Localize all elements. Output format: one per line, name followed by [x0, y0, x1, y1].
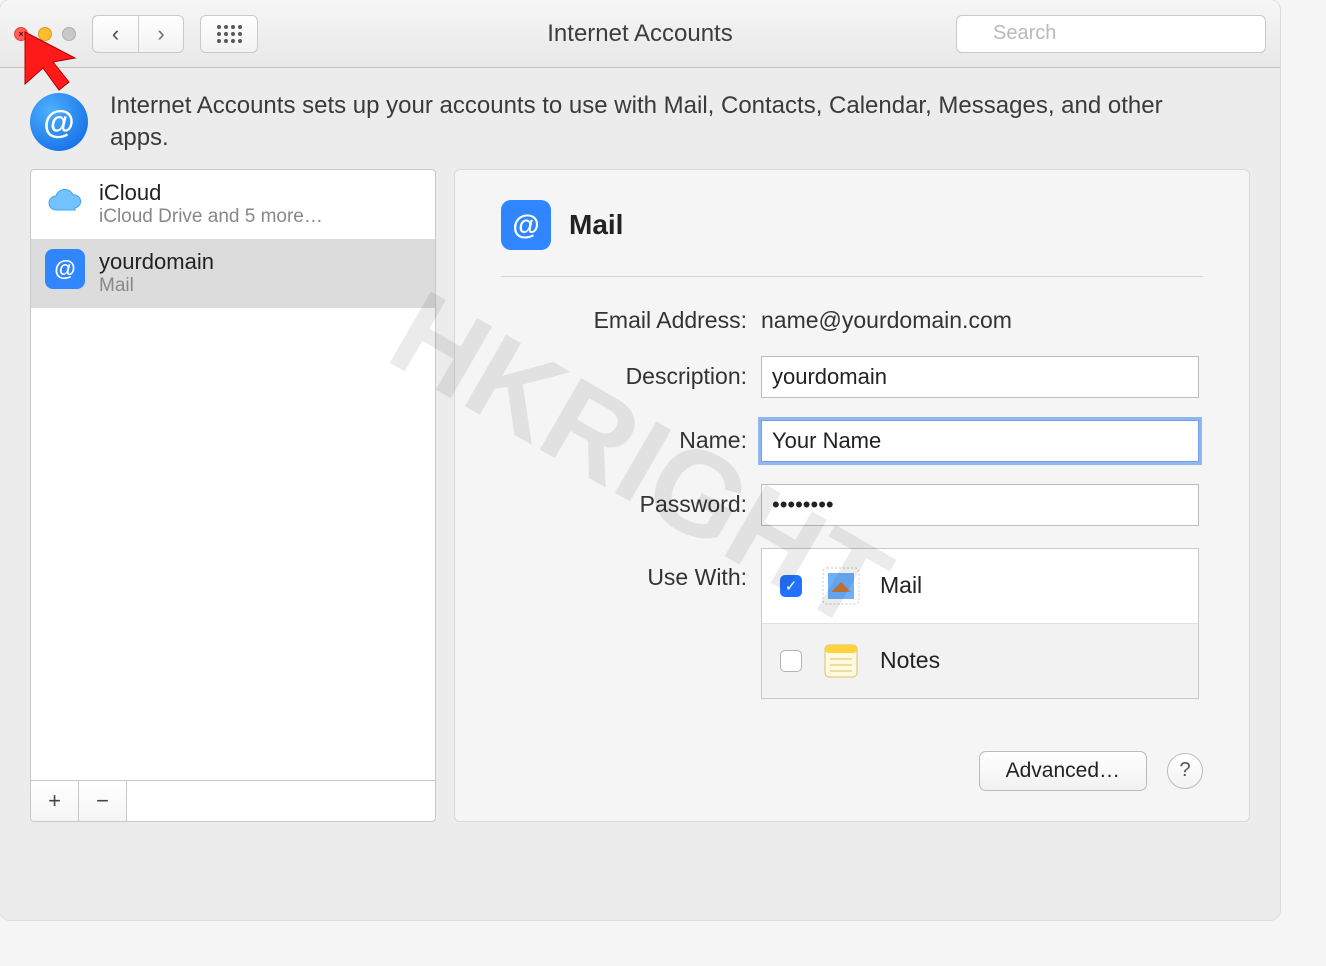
sidebar-item-subtitle: iCloud Drive and 5 more… — [99, 206, 323, 228]
toolbar: × ‹ › Internet Accounts — [0, 0, 1280, 68]
zoom-window-button[interactable] — [62, 27, 76, 41]
cloud-icon — [45, 180, 85, 220]
row-email: Email Address: name@yourdomain.com — [501, 307, 1203, 334]
checkbox-mail[interactable]: ✓ — [780, 575, 802, 597]
minimize-window-button[interactable] — [38, 27, 52, 41]
header-strip: @ Internet Accounts sets up your account… — [0, 68, 1280, 169]
usewith-label: Notes — [880, 647, 940, 674]
detail-title: Mail — [569, 209, 623, 241]
notes-icon — [820, 640, 862, 682]
close-window-button[interactable]: × — [14, 27, 28, 41]
usewith-item-notes[interactable]: Notes — [762, 623, 1198, 698]
show-all-button[interactable] — [200, 15, 258, 53]
sidebar-footer: + − — [31, 780, 435, 821]
value-email: name@yourdomain.com — [761, 307, 1012, 334]
advanced-button[interactable]: Advanced… — [979, 751, 1147, 791]
sidebar-item-subtitle: Mail — [99, 275, 214, 297]
main-content: iCloud iCloud Drive and 5 more… @ yourdo… — [0, 169, 1280, 852]
at-globe-icon: @ — [30, 93, 88, 151]
description-input[interactable] — [761, 356, 1199, 398]
checkbox-notes[interactable] — [780, 650, 802, 672]
at-app-icon: @ — [501, 200, 551, 250]
detail-footer: Advanced… ? — [501, 721, 1203, 791]
grid-icon — [217, 25, 242, 43]
nav-group: ‹ › — [92, 15, 184, 53]
sidebar-item-yourdomain[interactable]: @ yourdomain Mail — [31, 239, 435, 308]
sidebar-item-label: yourdomain — [99, 249, 214, 275]
row-password: Password: — [501, 484, 1203, 526]
traffic-lights: × — [14, 27, 76, 41]
back-button[interactable]: ‹ — [92, 15, 138, 53]
chevron-left-icon: ‹ — [112, 21, 119, 47]
usewith-label: Mail — [880, 572, 922, 599]
forward-button[interactable]: › — [138, 15, 184, 53]
detail-header: @ Mail — [501, 200, 1203, 277]
label-email: Email Address: — [501, 307, 761, 334]
accounts-sidebar: iCloud iCloud Drive and 5 more… @ yourdo… — [30, 169, 436, 822]
row-description: Description: — [501, 356, 1203, 398]
label-usewith: Use With: — [501, 548, 761, 591]
row-name: Name: — [501, 420, 1203, 462]
add-account-button[interactable]: + — [31, 781, 79, 821]
account-detail-panel: @ Mail Email Address: name@yourdomain.co… — [454, 169, 1250, 822]
usewith-list: ✓ Mail Notes — [761, 548, 1199, 699]
label-password: Password: — [501, 491, 761, 518]
preferences-window: × ‹ › Internet Accounts — [0, 0, 1280, 920]
accounts-list: iCloud iCloud Drive and 5 more… @ yourdo… — [31, 170, 435, 780]
chevron-right-icon: › — [157, 21, 164, 47]
at-icon: @ — [45, 249, 85, 289]
name-input[interactable] — [761, 420, 1199, 462]
mail-stamp-icon — [820, 565, 862, 607]
password-input[interactable] — [761, 484, 1199, 526]
usewith-item-mail[interactable]: ✓ Mail — [762, 549, 1198, 623]
sidebar-item-icloud[interactable]: iCloud iCloud Drive and 5 more… — [31, 170, 435, 239]
row-usewith: Use With: ✓ Mail Notes — [501, 548, 1203, 699]
sidebar-item-label: iCloud — [99, 180, 323, 206]
search-input[interactable] — [956, 15, 1266, 53]
label-description: Description: — [501, 363, 761, 390]
remove-account-button[interactable]: − — [79, 781, 127, 821]
label-name: Name: — [501, 427, 761, 454]
help-button[interactable]: ? — [1167, 753, 1203, 789]
header-description: Internet Accounts sets up your accounts … — [110, 90, 1210, 155]
